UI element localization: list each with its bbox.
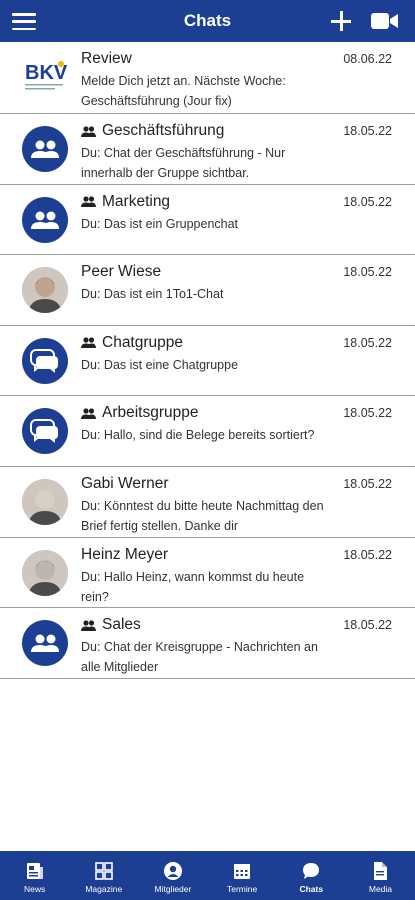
chat-row[interactable]: Heinz Meyer 18.05.22 Du: Hallo Heinz, wann…: [0, 537, 415, 609]
chat-row[interactable]: Geschäftsführung 18.05.22 Du: Chat der Ges…: [0, 114, 415, 185]
page-title: Chats: [183, 11, 232, 30]
chat-name-label: Marketing: [102, 192, 171, 210]
chat-name: Chatgruppe: [81, 334, 183, 352]
chat-row[interactable]: Chatgruppe 18.05.22 Du: Das ist eine Chatg…: [0, 325, 415, 397]
chat-date: 18.05.22: [343, 618, 392, 633]
video-camera-icon[interactable]: [371, 12, 399, 30]
chat-row[interactable]: Peer Wiese 18.05.22 Du: Das ist ein 1To1-C…: [0, 255, 415, 326]
nav-tab-news[interactable]: News: [0, 851, 69, 900]
chat-icon: [301, 861, 321, 884]
plus-icon[interactable]: [329, 9, 353, 33]
chat-name-label: Gabi Werner: [81, 474, 169, 492]
chat-preview: Du: Das ist ein Gruppenchat: [81, 216, 239, 231]
nav-tab-label: Termine: [226, 884, 258, 894]
group-icon: [22, 126, 68, 172]
chat-name: Peer Wiese: [81, 263, 161, 281]
chat-date: 18.05.22: [343, 406, 392, 421]
chat-name-label: Review: [81, 50, 132, 67]
chat-name-label: Peer Wiese: [81, 263, 162, 281]
chat-bubbles-icon: [22, 408, 68, 455]
bottom-nav: News Magazine Mitglieder Termine Chats Media: [0, 851, 415, 900]
group-small-icon: [81, 196, 96, 208]
nav-tab-media[interactable]: Media: [346, 851, 415, 900]
chat-name-label: Heinz Meyer: [81, 545, 168, 563]
document-icon: [370, 861, 390, 884]
chat-name: Marketing: [81, 193, 170, 211]
nav-tab-label: Media: [368, 884, 393, 894]
chat-date: 18.05.22: [343, 547, 392, 562]
chat-date: 18.05.22: [343, 124, 392, 138]
chat-name: Sales: [81, 616, 141, 634]
chat-row[interactable]: BKV Review 08.06.22 Melde Dich jetzt an. Nä…: [0, 42, 415, 114]
app-header: Chats: [0, 0, 415, 42]
grid-icon: [94, 861, 114, 884]
chat-preview: Du: Könntest du bitte heute Nachmittag d…: [81, 498, 324, 533]
chat-row[interactable]: Sales 18.05.22 Du: Chat der Kreisgruppe - …: [0, 608, 415, 679]
chat-name: Heinz Meyer: [81, 546, 168, 564]
group-small-icon: [81, 337, 96, 349]
nav-tab-label: Magazine: [85, 884, 123, 894]
calendar-icon: [232, 861, 252, 884]
chat-name: Review: [81, 50, 132, 68]
user-avatar: [22, 549, 68, 596]
chat-name: Geschäftsführung: [81, 122, 224, 140]
chat-preview: Du: Hallo Heinz, wann kommst du heute re…: [81, 569, 305, 604]
chat-preview: Melde Dich jetzt an. Nächste Woche: Gesc…: [81, 74, 286, 108]
nav-tab-termine[interactable]: Termine: [208, 851, 277, 900]
nav-tab-magazine[interactable]: Magazine: [69, 851, 138, 900]
chat-preview: Du: Chat der Kreisgruppe - Nachrichten a…: [81, 640, 318, 675]
nav-tab-label: Mitglieder: [154, 884, 192, 894]
chat-bubbles-icon: [22, 337, 68, 384]
chat-date: 18.05.22: [343, 194, 392, 209]
nav-tab-mitglieder[interactable]: Mitglieder: [138, 851, 207, 900]
chat-name-label: Arbeitsgruppe: [102, 404, 199, 422]
bkv-logo: BKV: [22, 54, 68, 100]
chat-name-label: Geschäftsführung: [102, 122, 225, 139]
chat-row[interactable]: Marketing 18.05.22 Du: Das ist ein Gruppen…: [0, 184, 415, 256]
group-icon: [22, 620, 68, 667]
user-avatar: [22, 478, 68, 525]
chat-list: BKV Review 08.06.22 Melde Dich jetzt an. Nä…: [0, 42, 415, 679]
chat-name-label: Sales: [102, 616, 141, 634]
chat-row[interactable]: Arbeitsgruppe 18.05.22 Du: Hallo, sind die…: [0, 396, 415, 467]
nav-tab-chats[interactable]: Chats: [277, 851, 346, 900]
chat-name: Arbeitsgruppe: [81, 404, 199, 422]
chat-name: Gabi Werner: [81, 475, 169, 493]
group-small-icon: [81, 125, 96, 137]
chat-preview: Du: Das ist eine Chatgruppe: [81, 357, 239, 372]
nav-tab-label: News: [23, 884, 46, 894]
chat-row[interactable]: Gabi Werner 18.05.22 Du: Könntest du bitte…: [0, 466, 415, 538]
news-icon: [25, 861, 45, 884]
person-icon: [163, 861, 183, 884]
hamburger-icon[interactable]: [12, 13, 36, 30]
chat-date: 18.05.22: [343, 476, 392, 491]
group-small-icon: [81, 620, 96, 631]
group-icon: [22, 196, 68, 243]
chat-preview: Du: Chat der Geschäftsführung - Nur inne…: [81, 146, 286, 180]
group-small-icon: [81, 408, 96, 419]
chat-date: 08.06.22: [343, 52, 392, 66]
user-avatar: [22, 267, 68, 314]
chat-date: 18.05.22: [343, 265, 392, 280]
chat-preview: Du: Das ist ein 1To1-Chat: [81, 287, 224, 302]
chat-date: 18.05.22: [343, 335, 392, 350]
nav-tab-label: Chats: [299, 884, 324, 894]
chat-name-label: Chatgruppe: [102, 333, 184, 351]
chat-preview: Du: Hallo, sind die Belege bereits sorti…: [81, 428, 315, 443]
